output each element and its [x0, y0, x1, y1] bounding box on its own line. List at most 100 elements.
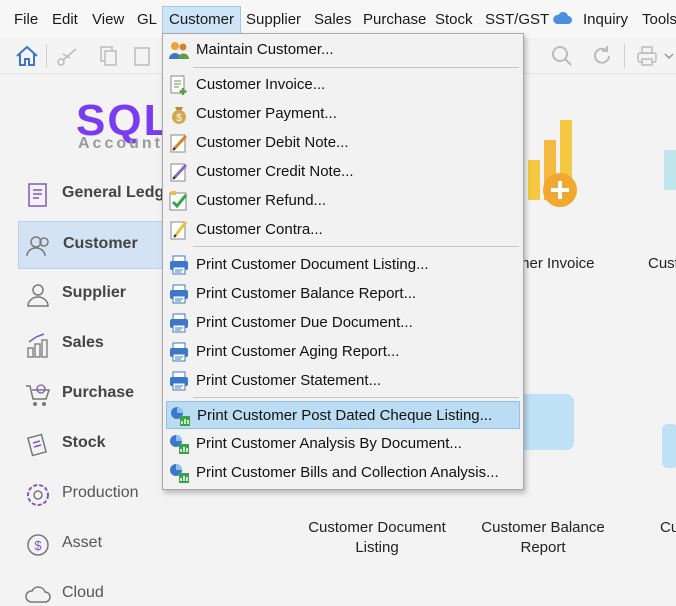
chevron-down-icon[interactable] — [664, 52, 674, 60]
sidebar-item-asset[interactable]: $ Asset — [18, 521, 164, 569]
menu-sales[interactable]: Sales — [308, 9, 358, 31]
menu-separator — [193, 67, 519, 68]
refresh-icon[interactable] — [589, 43, 615, 69]
menu-file[interactable]: File — [8, 9, 44, 31]
clipboard-icon — [26, 433, 48, 457]
menu-view[interactable]: View — [86, 9, 130, 31]
menu-item-print-document-listing[interactable]: Print Customer Document Listing... — [166, 251, 520, 279]
menu-item-label: Print Customer Statement... — [196, 372, 382, 389]
analysis-icon — [170, 464, 189, 483]
menu-item-print-post-dated-cheque-listing[interactable]: Print Customer Post Dated Cheque Listing… — [166, 401, 520, 429]
sidebar-item-stock[interactable]: Stock — [18, 421, 164, 469]
menu-item-label: Customer Debit Note... — [196, 134, 349, 151]
sidebar-item-general-ledger[interactable]: General Ledger — [18, 171, 179, 219]
menu-item-maintain-customer[interactable]: Maintain Customer... — [166, 36, 520, 64]
credit-note-icon — [170, 163, 188, 182]
tile-document-listing-label[interactable]: Customer Document Listing — [300, 518, 454, 558]
menu-edit[interactable]: Edit — [46, 9, 84, 31]
menu-item-label: Print Customer Balance Report... — [196, 285, 417, 302]
menu-supplier[interactable]: Supplier — [240, 9, 307, 31]
search-icon[interactable] — [549, 43, 575, 69]
menu-gl[interactable]: GL — [131, 9, 163, 31]
ledger-icon — [28, 183, 47, 207]
sidebar-item-purchase[interactable]: Purchase — [18, 371, 164, 419]
menu-item-label: Customer Contra... — [196, 221, 323, 238]
menu-inquiry[interactable]: Inquiry — [577, 9, 634, 31]
contra-icon — [170, 221, 188, 240]
menu-item-print-statement[interactable]: Print Customer Statement... — [166, 367, 520, 395]
menu-item-label: Maintain Customer... — [196, 41, 334, 58]
printer-icon — [170, 284, 188, 304]
menu-tools[interactable]: Tools — [636, 9, 676, 31]
home-icon[interactable] — [14, 43, 40, 69]
menu-item-label: Print Customer Post Dated Cheque Listing… — [197, 407, 493, 424]
menu-item-customer-invoice[interactable]: Customer Invoice... — [166, 71, 520, 99]
sidebar-item-sales[interactable]: Sales — [18, 321, 164, 369]
sidebar-item-cloud[interactable]: Cloud — [18, 571, 164, 606]
toolbar-separator — [46, 44, 47, 68]
menu-item-print-due-document[interactable]: Print Customer Due Document... — [166, 309, 520, 337]
menu-separator — [193, 397, 519, 398]
sidebar-item-production[interactable]: Production — [18, 471, 164, 519]
copy-icon[interactable] — [95, 43, 121, 69]
cloud-icon — [25, 586, 51, 603]
sidebar-item-label: Supplier — [62, 284, 127, 301]
customer-menu-dropdown: Maintain Customer... Customer Invoice...… — [162, 33, 524, 490]
menu-item-print-aging-report[interactable]: Print Customer Aging Report... — [166, 338, 520, 366]
customer-invoice-tile-icon[interactable] — [522, 110, 582, 210]
menu-item-label: Customer Refund... — [196, 192, 327, 209]
maintain-customer-icon — [169, 42, 189, 59]
refund-icon — [169, 191, 188, 211]
menu-item-label: Print Customer Due Document... — [196, 314, 413, 331]
debit-note-icon — [170, 134, 188, 153]
sidebar-item-label: Asset — [62, 534, 103, 551]
tile-label-cut-2: Cu — [660, 519, 676, 536]
cut-icon[interactable] — [54, 43, 80, 69]
gear-icon — [27, 484, 49, 506]
printer-icon — [170, 255, 188, 275]
bar-chart-icon — [27, 333, 48, 358]
cart-icon — [26, 384, 51, 406]
sidebar-item-supplier[interactable]: Supplier — [18, 271, 164, 319]
sidebar-item-customer[interactable]: Customer — [18, 221, 164, 269]
tile-customer-invoice-label[interactable]: mer Invoice — [517, 254, 617, 274]
printer-icon — [170, 371, 188, 391]
menu-item-label: Customer Payment... — [196, 105, 337, 122]
menu-purchase[interactable]: Purchase — [357, 9, 432, 31]
menu-stock[interactable]: Stock — [429, 9, 479, 31]
svg-text:$: $ — [176, 113, 182, 124]
printer-icon — [170, 342, 188, 362]
menu-item-customer-contra[interactable]: Customer Contra... — [166, 216, 520, 244]
menu-item-customer-payment[interactable]: $ Customer Payment... — [166, 100, 520, 128]
person-icon — [27, 284, 49, 307]
menu-separator — [193, 246, 519, 247]
menu-customer[interactable]: Customer — [162, 6, 242, 34]
printer-icon[interactable] — [634, 43, 660, 69]
menu-item-print-bills-collection-analysis[interactable]: Print Customer Bills and Collection Anal… — [166, 459, 520, 487]
menu-item-print-analysis-by-document[interactable]: Print Customer Analysis By Document... — [166, 430, 520, 458]
sidebar-item-label: Production — [62, 484, 139, 501]
paste-icon[interactable] — [130, 43, 156, 69]
payment-icon: $ — [172, 107, 186, 124]
menu-item-print-balance-report[interactable]: Print Customer Balance Report... — [166, 280, 520, 308]
menu-item-customer-debit-note[interactable]: Customer Debit Note... — [166, 129, 520, 157]
menu-item-label: Customer Invoice... — [196, 76, 326, 93]
menu-item-label: Print Customer Analysis By Document... — [196, 435, 462, 452]
menu-item-label: Print Customer Document Listing... — [196, 256, 429, 273]
menu-item-label: Print Customer Aging Report... — [196, 343, 400, 360]
menu-item-customer-credit-note[interactable]: Customer Credit Note... — [166, 158, 520, 186]
toolbar-separator — [624, 44, 625, 68]
sidebar-item-label: Cloud — [62, 584, 104, 601]
menu-item-label: Print Customer Bills and Collection Anal… — [196, 464, 499, 481]
printer-icon — [170, 313, 188, 333]
invoice-icon — [170, 75, 187, 95]
cloud-icon — [553, 11, 572, 24]
tile-label-cut: Cust — [648, 255, 676, 272]
tile-balance-report-label[interactable]: Customer Balance Report — [468, 518, 618, 558]
menu-sst-gst[interactable]: SST/GST — [479, 9, 555, 31]
sidebar-item-label: Sales — [62, 334, 104, 351]
people-icon — [26, 236, 49, 257]
analysis-icon — [171, 407, 190, 426]
menu-item-label: Customer Credit Note... — [196, 163, 354, 180]
menu-item-customer-refund[interactable]: Customer Refund... — [166, 187, 520, 215]
